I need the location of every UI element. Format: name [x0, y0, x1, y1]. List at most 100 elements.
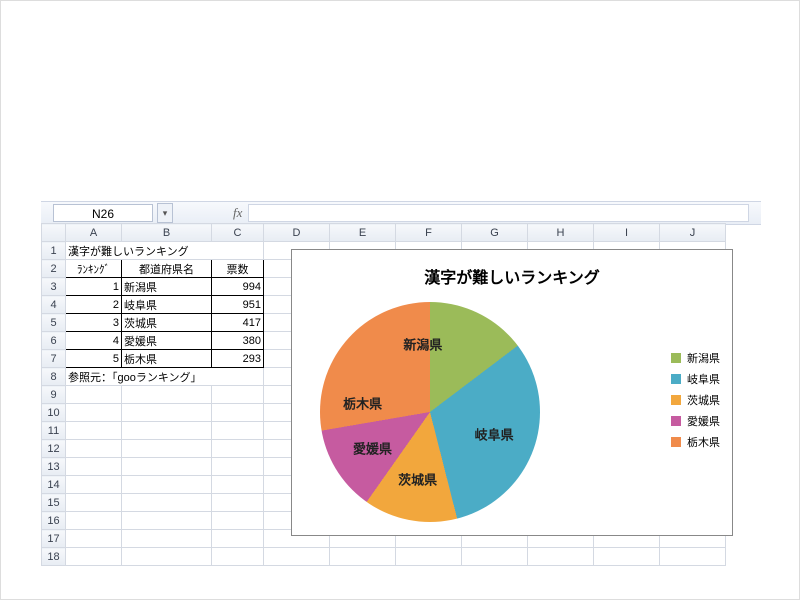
row-header-11[interactable]: 11 [42, 422, 66, 440]
cell-A11[interactable] [66, 422, 122, 440]
legend-swatch [671, 395, 681, 405]
col-header-J[interactable]: J [660, 224, 726, 242]
cell-C14[interactable] [212, 476, 264, 494]
col-header-C[interactable]: C [212, 224, 264, 242]
cell-C15[interactable] [212, 494, 264, 512]
cell-B9[interactable] [122, 386, 212, 404]
col-header-D[interactable]: D [264, 224, 330, 242]
cell-B15[interactable] [122, 494, 212, 512]
col-header-A[interactable]: A [66, 224, 122, 242]
legend-label: 栃木県 [687, 434, 720, 450]
cell-A4[interactable]: 2 [66, 296, 122, 314]
cell-B4[interactable]: 岐阜県 [122, 296, 212, 314]
cell-D18[interactable] [264, 548, 330, 566]
chart-title: 漢字が難しいランキング [292, 264, 732, 288]
cell-C7[interactable]: 293 [212, 350, 264, 368]
cell-B14[interactable] [122, 476, 212, 494]
row-header-9[interactable]: 9 [42, 386, 66, 404]
row-header-10[interactable]: 10 [42, 404, 66, 422]
formula-input[interactable] [248, 204, 749, 222]
legend-label: 岐阜県 [687, 371, 720, 387]
cell-E18[interactable] [330, 548, 396, 566]
legend-item: 愛媛県 [671, 413, 720, 429]
row-header-18[interactable]: 18 [42, 548, 66, 566]
row-header-15[interactable]: 15 [42, 494, 66, 512]
cell-A9[interactable] [66, 386, 122, 404]
cell-C11[interactable] [212, 422, 264, 440]
cell-C2[interactable]: 票数 [212, 260, 264, 278]
cell-C10[interactable] [212, 404, 264, 422]
row-header-3[interactable]: 3 [42, 278, 66, 296]
row-header-16[interactable]: 16 [42, 512, 66, 530]
cell-C12[interactable] [212, 440, 264, 458]
name-box[interactable]: N26 [53, 204, 153, 222]
cell-B3[interactable]: 新潟県 [122, 278, 212, 296]
cell-C13[interactable] [212, 458, 264, 476]
col-header-E[interactable]: E [330, 224, 396, 242]
legend-item: 茨城県 [671, 392, 720, 408]
legend-swatch [671, 416, 681, 426]
cell-A13[interactable] [66, 458, 122, 476]
cell-A3[interactable]: 1 [66, 278, 122, 296]
cell-B2[interactable]: 都道府県名 [122, 260, 212, 278]
col-header-H[interactable]: H [528, 224, 594, 242]
cell-C18[interactable] [212, 548, 264, 566]
pie-chart [320, 302, 540, 522]
cell-H18[interactable] [528, 548, 594, 566]
cell-B6[interactable]: 愛媛県 [122, 332, 212, 350]
cell-C17[interactable] [212, 530, 264, 548]
chart-object[interactable]: 漢字が難しいランキング 新潟県岐阜県茨城県愛媛県栃木県 新潟県岐阜県茨城県愛媛県… [291, 249, 733, 536]
row-header-2[interactable]: 2 [42, 260, 66, 278]
chevron-down-icon: ▾ [163, 208, 168, 219]
cell-C16[interactable] [212, 512, 264, 530]
cell-C9[interactable] [212, 386, 264, 404]
cell-G18[interactable] [462, 548, 528, 566]
cell-B13[interactable] [122, 458, 212, 476]
name-box-dropdown[interactable]: ▾ [157, 203, 173, 223]
col-header-I[interactable]: I [594, 224, 660, 242]
cell-A6[interactable]: 4 [66, 332, 122, 350]
cell-C6[interactable]: 380 [212, 332, 264, 350]
cell-B16[interactable] [122, 512, 212, 530]
cell-B5[interactable]: 茨城県 [122, 314, 212, 332]
cell-F18[interactable] [396, 548, 462, 566]
col-header-B[interactable]: B [122, 224, 212, 242]
cell-B12[interactable] [122, 440, 212, 458]
cell-J18[interactable] [660, 548, 726, 566]
cell-C4[interactable]: 951 [212, 296, 264, 314]
cell-C3[interactable]: 994 [212, 278, 264, 296]
cell-B18[interactable] [122, 548, 212, 566]
cell-A5[interactable]: 3 [66, 314, 122, 332]
cell-B10[interactable] [122, 404, 212, 422]
row-header-8[interactable]: 8 [42, 368, 66, 386]
cell-B11[interactable] [122, 422, 212, 440]
cell-A12[interactable] [66, 440, 122, 458]
cell-C5[interactable]: 417 [212, 314, 264, 332]
row-header-4[interactable]: 4 [42, 296, 66, 314]
select-all[interactable] [42, 224, 66, 242]
cell-B7[interactable]: 栃木県 [122, 350, 212, 368]
row-header-17[interactable]: 17 [42, 530, 66, 548]
row-header-7[interactable]: 7 [42, 350, 66, 368]
cell-A8[interactable]: 参照元：「gooランキング」 [66, 368, 264, 386]
cell-A1[interactable]: 漢字が難しいランキング [66, 242, 264, 260]
cell-A18[interactable] [66, 548, 122, 566]
row-header-12[interactable]: 12 [42, 440, 66, 458]
col-header-G[interactable]: G [462, 224, 528, 242]
row-header-5[interactable]: 5 [42, 314, 66, 332]
cell-A2[interactable]: ﾗﾝｷﾝｸﾞ [66, 260, 122, 278]
row-header-1[interactable]: 1 [42, 242, 66, 260]
fx-label[interactable]: fx [233, 205, 242, 221]
row-header-14[interactable]: 14 [42, 476, 66, 494]
cell-A17[interactable] [66, 530, 122, 548]
cell-A15[interactable] [66, 494, 122, 512]
cell-I18[interactable] [594, 548, 660, 566]
cell-A14[interactable] [66, 476, 122, 494]
cell-A16[interactable] [66, 512, 122, 530]
col-header-F[interactable]: F [396, 224, 462, 242]
row-header-6[interactable]: 6 [42, 332, 66, 350]
cell-A7[interactable]: 5 [66, 350, 122, 368]
cell-B17[interactable] [122, 530, 212, 548]
cell-A10[interactable] [66, 404, 122, 422]
row-header-13[interactable]: 13 [42, 458, 66, 476]
